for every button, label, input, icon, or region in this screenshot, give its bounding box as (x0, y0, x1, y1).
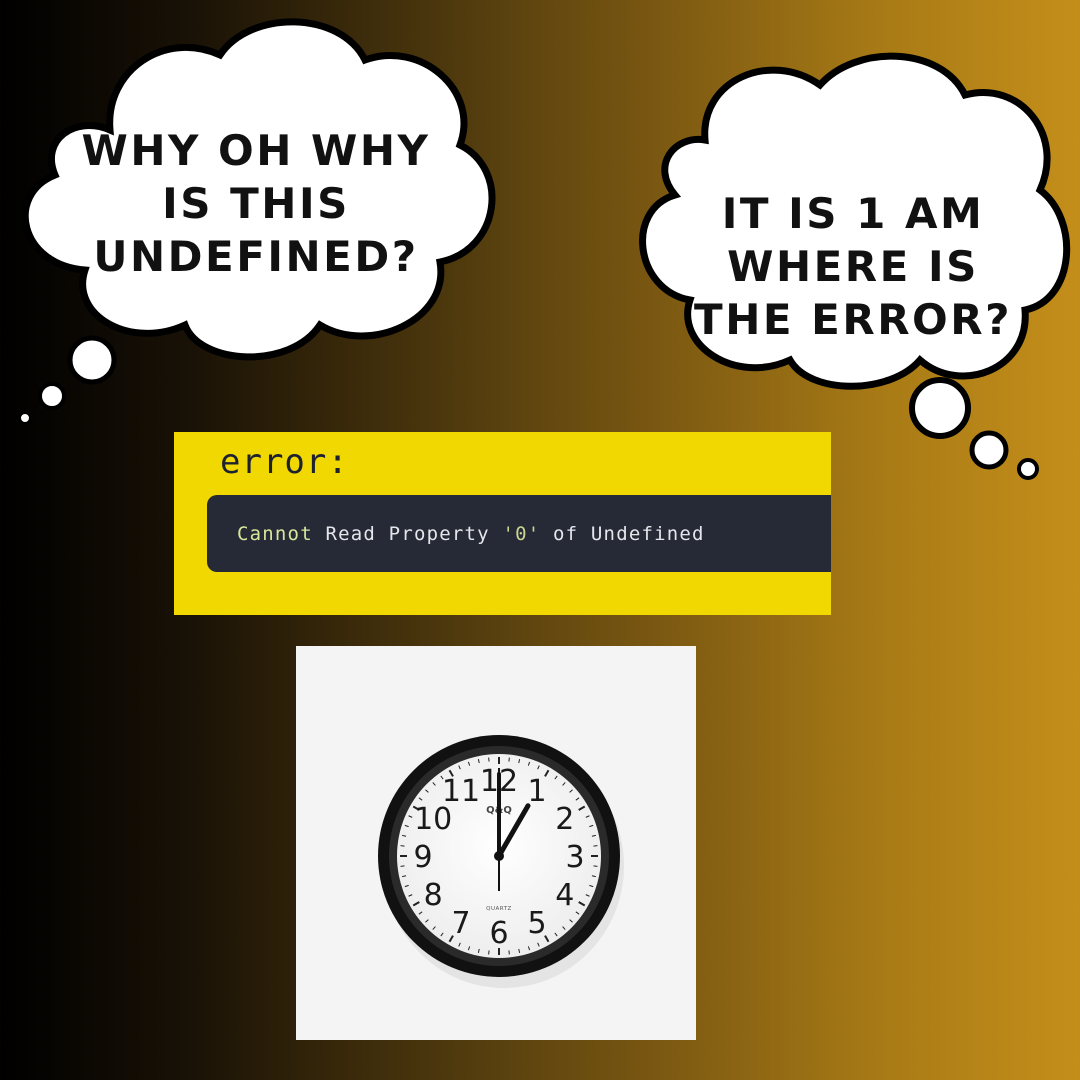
bubble-right-line-1: IT IS 1 AM (721, 189, 985, 238)
bubble-right-line-3: THE ERROR? (694, 295, 1012, 344)
error-text-2: of Undefined (540, 523, 705, 545)
clock-numeral: 2 (555, 802, 574, 837)
bubble-text-left: WHY OH WHY IS THIS UNDEFINED? (0, 124, 516, 283)
thought-bubble-left: WHY OH WHY IS THIS UNDEFINED? (0, 0, 520, 440)
clock-numeral: 3 (565, 840, 584, 875)
bubble-left-line-1: WHY OH WHY (81, 126, 431, 175)
bubble-right-line-2: WHERE IS (727, 242, 979, 291)
clock-numeral: 11 (442, 774, 480, 809)
clock-movement-label: QUARTZ (486, 906, 512, 912)
error-keyword: Cannot (237, 523, 313, 545)
clock-photo: 121234567891011 Q&Q QUARTZ (296, 646, 696, 1040)
clock-center-pin (494, 851, 504, 861)
clock-numeral: 1 (527, 774, 546, 809)
error-title: error: (220, 442, 349, 482)
bubble-text-right: IT IS 1 AM WHERE IS THE ERROR? (623, 187, 1080, 346)
clock-numeral: 6 (489, 916, 508, 951)
error-screenshot: error: Cannot Read Property '0' of Undef… (174, 432, 831, 615)
clock-numeral: 5 (527, 906, 546, 941)
clock-numeral: 8 (424, 878, 443, 913)
bubble-left-line-2: IS THIS (162, 179, 350, 228)
clock-numeral: 4 (555, 878, 574, 913)
bubble-left-line-3: UNDEFINED? (93, 232, 419, 281)
clock-numeral: 9 (413, 840, 432, 875)
error-string-literal: '0' (502, 523, 541, 545)
error-text-1: Read Property (312, 523, 503, 545)
error-message: Cannot Read Property '0' of Undefined (237, 523, 705, 545)
error-code-box: Cannot Read Property '0' of Undefined (207, 495, 831, 572)
wall-clock: 121234567891011 Q&Q QUARTZ (378, 735, 624, 988)
clock-numeral: 7 (451, 906, 470, 941)
thought-bubble-right: IT IS 1 AM WHERE IS THE ERROR? (620, 40, 1080, 490)
